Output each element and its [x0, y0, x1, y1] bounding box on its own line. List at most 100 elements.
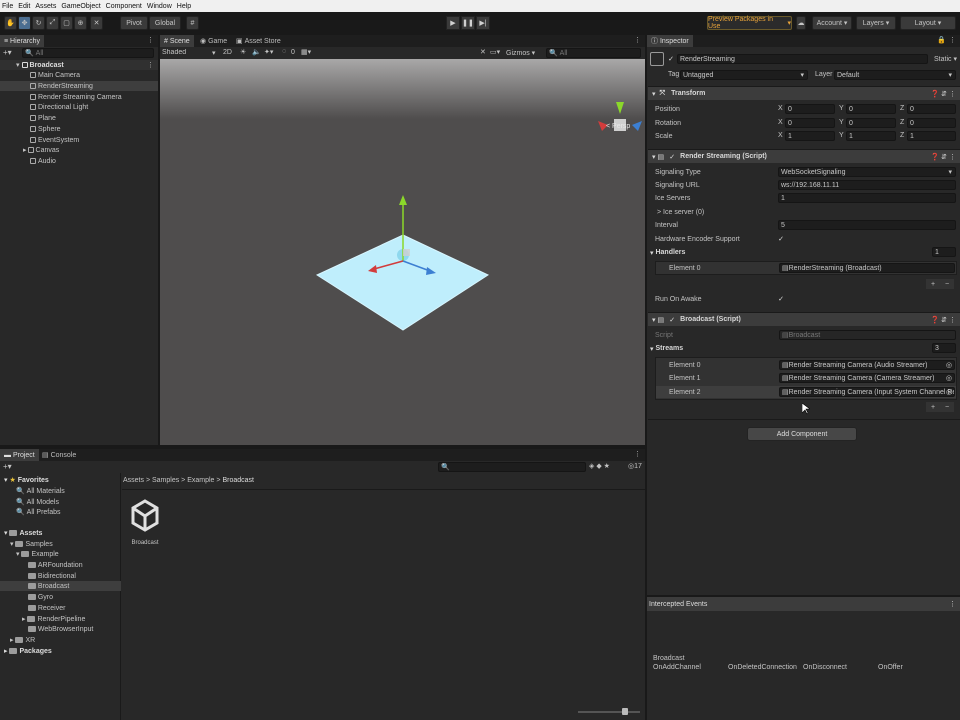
signaling-url-input[interactable]: ws://192.168.11.11	[778, 180, 956, 190]
breadcrumb-item[interactable]: Samples	[152, 477, 179, 484]
ice-servers-count-input[interactable]: 1	[778, 193, 956, 203]
folder-xr[interactable]: ▸ XR	[10, 635, 35, 645]
transform-z-input[interactable]: 0	[907, 118, 956, 128]
grid-icon[interactable]: ▦▾	[301, 48, 311, 56]
static-dropdown[interactable]: Static ▾	[934, 55, 957, 63]
component-enabled-checkbox[interactable]: ✓	[668, 316, 676, 324]
transform-y-input[interactable]: 0	[846, 118, 896, 128]
asset-label[interactable]: Broadcast	[124, 540, 166, 546]
global-toggle[interactable]: Global	[149, 16, 181, 30]
transform-tool-icon[interactable]: ⊕	[74, 16, 87, 30]
remove-element-button[interactable]: −	[945, 281, 949, 288]
favorite-item[interactable]: 🔍 All Materials	[16, 486, 65, 496]
hierarchy-item[interactable]: EventSystem	[0, 135, 158, 145]
hw-encoder-checkbox[interactable]: ✓	[777, 235, 785, 243]
tab-console[interactable]: ▤ Console	[38, 449, 80, 461]
breadcrumb-item[interactable]: Broadcast	[222, 477, 254, 484]
folder-item[interactable]: Gyro	[0, 592, 121, 602]
gizmo-y-icon[interactable]	[616, 102, 624, 114]
transform-z-input[interactable]: 1	[907, 131, 956, 141]
shading-dropdown[interactable]: Shaded ▾	[162, 49, 218, 56]
event-item[interactable]: OnDeletedConnection	[728, 664, 797, 671]
panel-menu-icon[interactable]: ⋮	[634, 36, 641, 44]
menu-help[interactable]: Help	[177, 3, 191, 10]
cloud-icon[interactable]: ☁	[796, 16, 806, 30]
persp-label[interactable]: < Persp	[606, 123, 630, 130]
unity-scene-icon[interactable]	[130, 499, 160, 533]
transform-x-input[interactable]: 0	[785, 118, 835, 128]
folder-samples[interactable]: ▾ Samples	[10, 539, 53, 549]
transform-x-input[interactable]: 1	[785, 131, 835, 141]
streams-count-input[interactable]: 3	[932, 343, 956, 353]
hidden-packages-icon[interactable]: ◎17	[628, 462, 642, 470]
scene-menu-icon[interactable]: ⋮	[147, 61, 154, 69]
run-on-awake-checkbox[interactable]: ✓	[777, 295, 785, 303]
scene-viewport[interactable]	[160, 59, 645, 445]
rotate-tool-icon[interactable]: ↻	[32, 16, 45, 30]
render-streaming-header[interactable]: ▾ ▤ ✓ Render Streaming (Script) ❓ ⇵ ⋮	[648, 149, 960, 163]
remove-element-button[interactable]: −	[945, 404, 949, 411]
streams-foldout[interactable]: ▾ Streams	[650, 343, 683, 354]
hierarchy-item[interactable]: ▸ Canvas	[0, 145, 158, 155]
folder-item[interactable]: Bidirectional	[0, 571, 121, 581]
hierarchy-item[interactable]: Sphere	[0, 124, 158, 134]
tab-project[interactable]: ▬ Project	[0, 449, 39, 461]
active-checkbox[interactable]: ✓	[667, 55, 675, 63]
folder-example[interactable]: ▾ Example	[16, 549, 59, 559]
hierarchy-item[interactable]: RenderStreaming	[0, 81, 158, 91]
favorites-foldout[interactable]: ▾ ★ Favorites	[4, 475, 49, 485]
folder-item[interactable]: ▸ RenderPipeline	[0, 614, 121, 624]
transform-y-input[interactable]: 1	[846, 131, 896, 141]
component-menu-icon[interactable]: ❓ ⇵ ⋮	[931, 90, 956, 98]
breadcrumb-item[interactable]: Example	[187, 477, 214, 484]
panel-menu-icon[interactable]: ⋮	[949, 36, 956, 44]
stream-element-field[interactable]: ▤ Render Streaming Camera (Audio Streamer…	[779, 360, 955, 370]
folder-item[interactable]: Receiver	[0, 603, 121, 613]
hand-tool-icon[interactable]: ✋	[4, 16, 17, 30]
chevron-right-icon[interactable]: ▸	[23, 146, 27, 154]
tab-inspector[interactable]: ⓘ Inspector	[647, 35, 693, 47]
signaling-type-dropdown[interactable]: WebSocketSignaling ▾	[778, 167, 956, 177]
interval-input[interactable]: 5	[778, 220, 956, 230]
2d-toggle[interactable]: 2D	[223, 49, 232, 56]
gizmo-z-icon[interactable]	[632, 121, 642, 131]
panel-menu-icon[interactable]: ⋮	[147, 36, 154, 44]
layer-dropdown[interactable]: Default ▾	[834, 70, 956, 80]
handlers-count-input[interactable]: 1	[932, 247, 956, 257]
hierarchy-search-input[interactable]: 🔍 All	[22, 48, 154, 58]
account-dropdown[interactable]: Account ▾	[812, 16, 852, 30]
menu-component[interactable]: Component	[106, 3, 142, 10]
tab-asset-store[interactable]: ▣ Asset Store	[232, 35, 285, 47]
gizmos-dropdown[interactable]: Gizmos ▾	[506, 49, 535, 57]
zoom-slider-handle[interactable]	[622, 708, 628, 715]
tab-game[interactable]: ◉ Game	[196, 35, 231, 47]
assets-foldout[interactable]: ▾ Assets	[4, 528, 42, 538]
breadcrumb-item[interactable]: Assets	[123, 477, 144, 484]
hidden-objects-icon[interactable]: ◌	[282, 48, 286, 55]
stream-element-field[interactable]: ▤ Render Streaming Camera (Camera Streame…	[779, 373, 955, 383]
stream-element-field[interactable]: ▤ Render Streaming Camera (Input System C…	[779, 387, 955, 397]
tools-icon[interactable]: ✕	[480, 48, 486, 56]
tab-scene[interactable]: # Scene	[160, 35, 194, 47]
lighting-icon[interactable]: ☀	[240, 48, 246, 56]
hierarchy-item[interactable]: Render Streaming Camera	[0, 92, 158, 102]
preview-packages-button[interactable]: Preview Packages in Use ▾	[707, 16, 792, 30]
event-item[interactable]: OnOffer	[878, 664, 903, 671]
object-picker-icon[interactable]: ◎	[946, 374, 952, 382]
filter-icons[interactable]: ◈ ◆ ★	[589, 462, 610, 470]
tab-hierarchy[interactable]: ≡ Hierarchy	[0, 35, 44, 47]
zoom-slider[interactable]	[578, 711, 640, 713]
transform-y-input[interactable]: 0	[846, 104, 896, 114]
project-search-input[interactable]: 🔍	[438, 462, 586, 472]
layers-dropdown[interactable]: Layers ▾	[856, 16, 896, 30]
scene-search-input[interactable]: 🔍 All	[546, 48, 641, 58]
object-picker-icon[interactable]: ◎	[946, 388, 952, 396]
hierarchy-item[interactable]: Plane	[0, 113, 158, 123]
folder-item[interactable]: WebBrowserInput	[0, 624, 121, 634]
add-component-button[interactable]: Add Component	[747, 427, 857, 441]
panel-menu-icon[interactable]: ⋮	[634, 450, 641, 458]
add-element-button[interactable]: +	[931, 281, 935, 288]
menu-assets[interactable]: Assets	[35, 3, 56, 10]
object-picker-icon[interactable]: ◎	[946, 361, 952, 369]
add-element-button[interactable]: +	[931, 404, 935, 411]
